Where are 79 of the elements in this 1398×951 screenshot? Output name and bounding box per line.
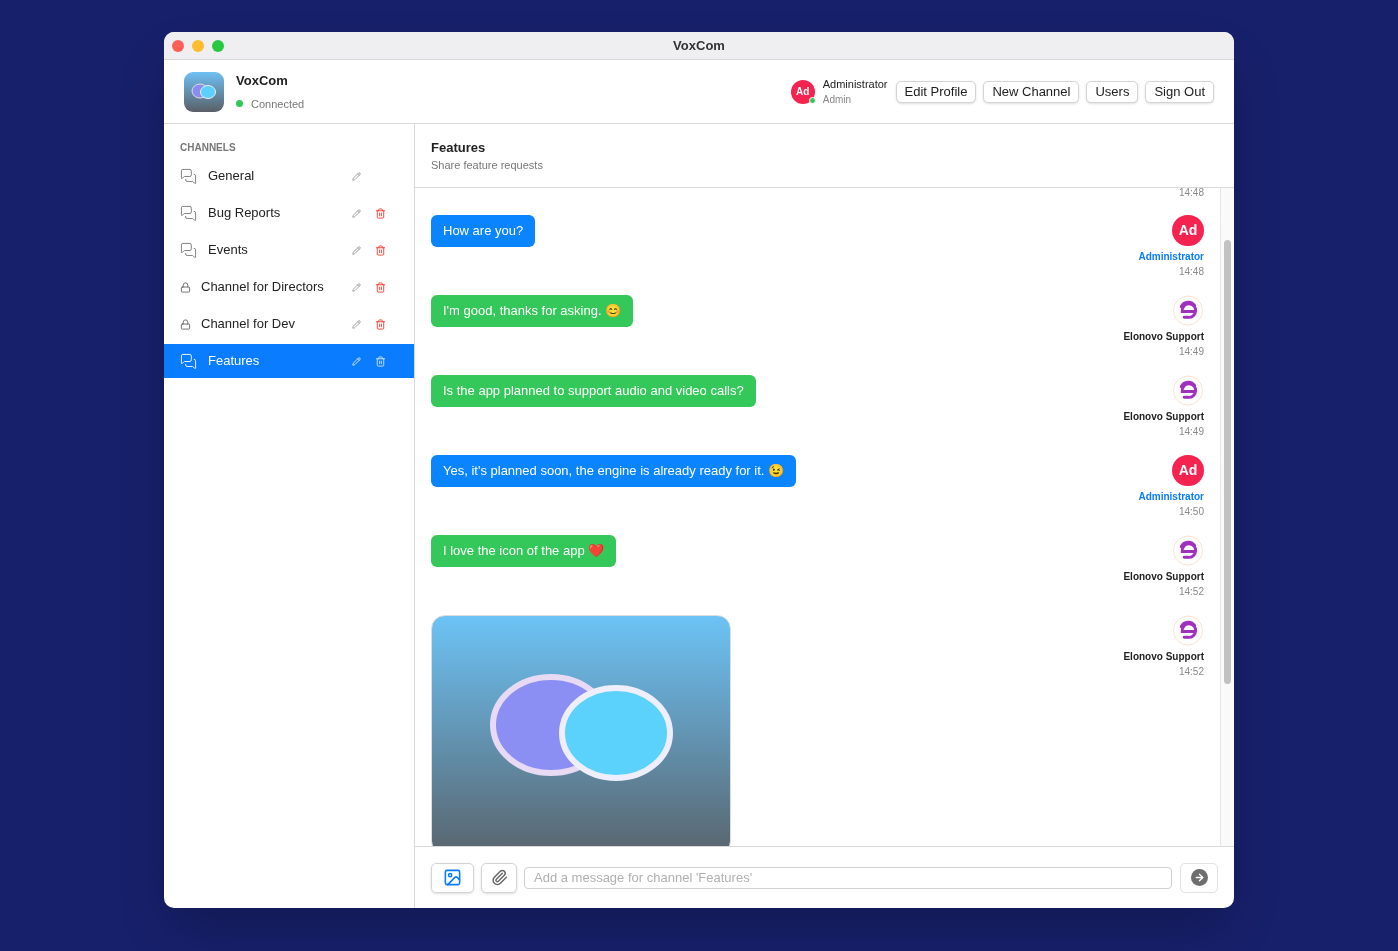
support-logo-icon	[1172, 295, 1204, 326]
delete-icon[interactable]	[375, 207, 386, 219]
channel-item[interactable]: Bug Reports	[164, 196, 414, 230]
window-title: VoxCom	[673, 36, 725, 55]
channel-name: Features	[208, 352, 260, 371]
user-role: Admin	[822, 92, 853, 107]
channel-item[interactable]: General	[164, 159, 414, 193]
support-logo-icon	[1172, 375, 1204, 406]
channel-item[interactable]: Features	[164, 344, 414, 378]
channel-subtitle: Share feature requests	[431, 158, 544, 173]
header-button[interactable]: New Channel	[983, 80, 1080, 103]
lock-icon	[180, 281, 191, 293]
delete-icon[interactable]	[375, 244, 386, 256]
channel-title: Features	[431, 138, 487, 157]
message-bubble: I'm good, thanks for asking. 😊	[431, 295, 634, 327]
header-button[interactable]: Sign Out	[1145, 80, 1214, 103]
chat-bubbles-icon	[180, 241, 197, 259]
sender-avatar: Ad	[1172, 215, 1204, 246]
edit-icon[interactable]	[352, 245, 361, 255]
chat-bubbles-icon	[180, 167, 197, 185]
sender-name: Administrator	[1138, 251, 1204, 263]
attach-button[interactable]	[481, 862, 517, 893]
support-logo-icon	[1172, 535, 1204, 566]
delete-icon[interactable]	[375, 355, 386, 367]
chat-bubbles-icon	[180, 204, 197, 222]
sender-name: Administrator	[1138, 491, 1204, 503]
image-attachment[interactable]	[431, 615, 731, 846]
minimize-button[interactable]	[192, 39, 204, 52]
sender-avatar: Ad	[1172, 455, 1204, 486]
message-bubble: How are you?	[431, 215, 536, 247]
message-input[interactable]: Add a message for channel 'Features'	[524, 866, 1172, 889]
message-bubble: I love the icon of the app ❤	[431, 535, 617, 567]
message-time: 14:48	[1178, 188, 1204, 198]
channel-name: General	[208, 167, 255, 186]
delete-icon[interactable]	[375, 281, 386, 293]
sender-name: Elonovo Support	[1123, 571, 1204, 583]
message-time: 14:52	[1178, 666, 1204, 678]
channel-name: Events	[208, 241, 248, 260]
message-bubble: Yes, it's planned soon, the engine is already ready for it. 😉	[431, 455, 797, 487]
sender-name: Elonovo Support	[1123, 331, 1204, 343]
sender-name: Elonovo Support	[1123, 411, 1204, 423]
section-heading: CHANNELS	[179, 141, 237, 155]
zoom-button[interactable]	[212, 39, 224, 52]
message-time: 14:50	[1178, 506, 1204, 518]
send-button[interactable]	[1180, 862, 1218, 893]
user-name: Administrator	[822, 76, 888, 92]
lock-icon	[180, 318, 191, 330]
edit-icon[interactable]	[352, 319, 361, 329]
close-button[interactable]	[172, 39, 184, 52]
edit-icon[interactable]	[352, 282, 361, 292]
header-button[interactable]: Users	[1086, 80, 1139, 103]
scrollbar-thumb[interactable]	[1224, 240, 1231, 684]
app-logo-icon	[184, 71, 224, 112]
scrollbar[interactable]	[1220, 188, 1234, 846]
message-time: 14:49	[1178, 426, 1204, 438]
user-avatar: Ad	[790, 79, 815, 104]
edit-icon[interactable]	[352, 208, 361, 218]
message-time: 14:48	[1178, 266, 1204, 278]
channel-name: Channel for Dev	[201, 315, 295, 334]
delete-icon[interactable]	[375, 318, 386, 330]
message-time: 14:52	[1178, 586, 1204, 598]
send-icon	[1190, 869, 1208, 886]
message-bubble: Is the app planned to support audio and video calls?	[431, 375, 756, 407]
chat-bubbles-icon	[180, 352, 197, 370]
channel-name: Bug Reports	[208, 204, 281, 223]
app-name: VoxCom	[236, 72, 289, 90]
connection-status: Connected	[251, 96, 305, 112]
channel-item[interactable]: Events	[164, 233, 414, 267]
support-logo-icon	[1172, 615, 1204, 646]
channel-name: Channel for Directors	[201, 278, 324, 297]
channel-item[interactable]: Channel for Dev	[164, 307, 414, 341]
sender-name: Elonovo Support	[1123, 651, 1204, 663]
paperclip-icon	[490, 869, 508, 886]
edit-icon[interactable]	[352, 171, 361, 181]
channel-item[interactable]: Channel for Directors	[164, 270, 414, 304]
header-button[interactable]: Edit Profile	[895, 80, 977, 103]
image-button[interactable]	[431, 862, 474, 893]
message-time: 14:49	[1178, 346, 1204, 358]
image-icon	[443, 868, 462, 887]
